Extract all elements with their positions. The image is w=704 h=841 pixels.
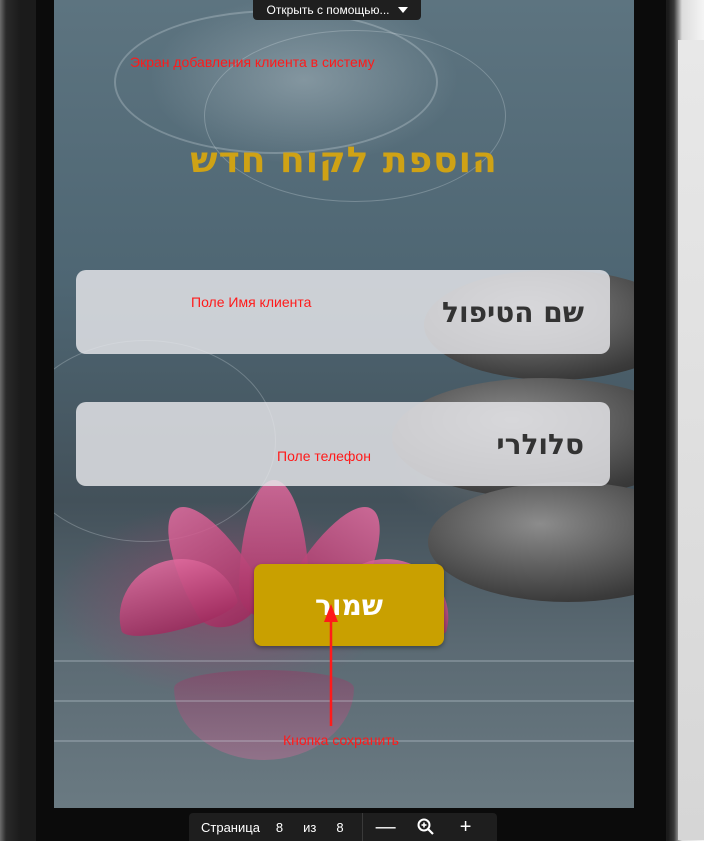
- background-stone: [428, 482, 634, 602]
- water-ripple: [54, 660, 634, 662]
- of-label: из: [303, 819, 317, 835]
- client-name-placeholder: שם הטיפול: [442, 295, 584, 329]
- water-ripple: [54, 700, 634, 702]
- open-with-label: Открыть с помощью...: [266, 3, 390, 17]
- zoom-in-button[interactable]: +: [453, 814, 479, 840]
- client-name-field[interactable]: שם הטיפול: [76, 270, 610, 354]
- toolbar-divider: [361, 813, 363, 841]
- open-with-button[interactable]: Открыть с помощью...: [253, 0, 421, 20]
- screen-caption: Экран добавления клиента в систему: [130, 54, 375, 70]
- zoom-icon[interactable]: [413, 814, 439, 840]
- phone-placeholder: סלולרי: [496, 427, 584, 461]
- save-button[interactable]: שמור: [254, 564, 444, 646]
- total-pages: 8: [336, 819, 344, 835]
- page-title: הוספת לקוח חדש: [190, 140, 498, 181]
- zoom-out-button[interactable]: —: [373, 814, 399, 840]
- viewer-side-panel: [668, 0, 704, 841]
- app-screen: הוספת לקוח חדש שם הטיפול סלולרי שמור: [54, 0, 634, 808]
- page-toolbar: Страница 8 из 8 — +: [189, 813, 497, 841]
- phone-field[interactable]: סלולרי: [76, 402, 610, 486]
- page-label: Страница: [201, 819, 260, 835]
- name-field-caption: Поле Имя клиента: [191, 294, 312, 310]
- current-page[interactable]: 8: [276, 820, 283, 835]
- phone-field-caption: Поле телефон: [277, 448, 371, 464]
- save-button-caption: Кнопка сохранить: [283, 732, 399, 748]
- chevron-down-icon: [397, 7, 408, 13]
- zoom-icon-glyph: [417, 818, 434, 835]
